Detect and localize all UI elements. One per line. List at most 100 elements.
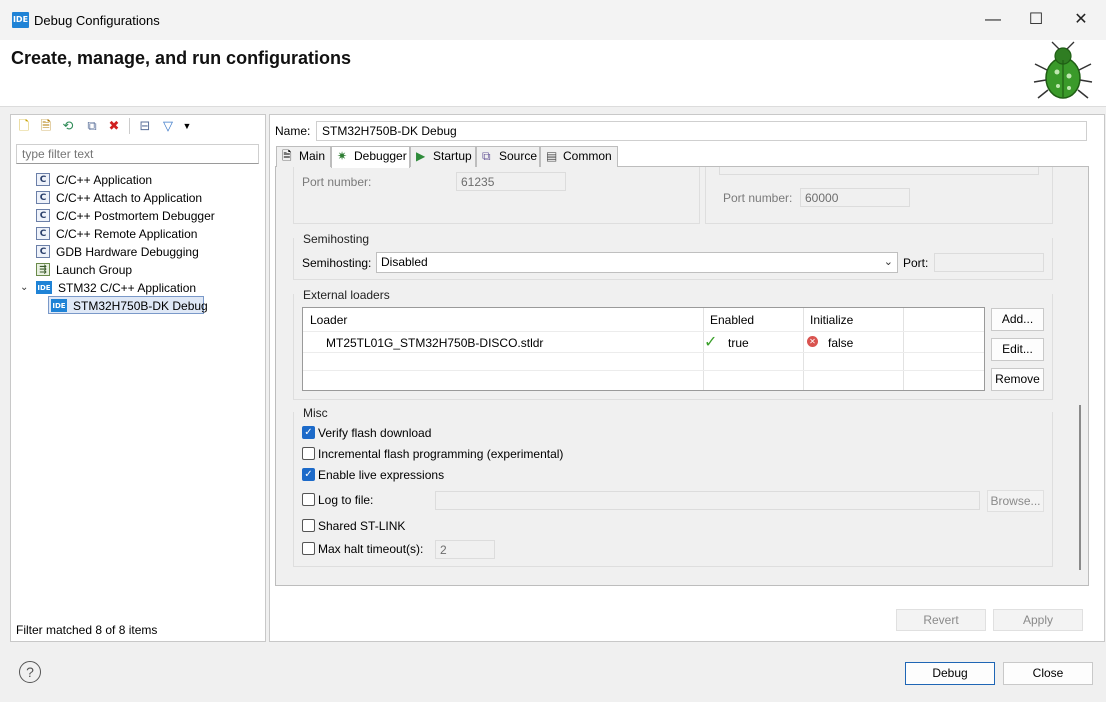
row-divider <box>303 370 984 371</box>
minimize-button[interactable]: — <box>970 6 1016 34</box>
new-prototype-icon[interactable]: 🗎 <box>38 118 54 134</box>
vertical-scrollbar[interactable] <box>1079 405 1081 570</box>
external-loaders-group-title: External loaders <box>303 288 390 302</box>
c-icon: C <box>36 245 50 259</box>
apply-button[interactable]: Apply <box>993 609 1083 631</box>
tab-startup[interactable]: ▶ Startup <box>410 146 476 167</box>
semihosting-select[interactable]: Disabled ⌄ <box>376 252 898 273</box>
app-icon: IDE <box>12 12 29 28</box>
export-icon[interactable]: ⟲ <box>60 118 76 134</box>
check-icon: ✓ <box>704 334 718 351</box>
tree-item-label: Launch Group <box>56 262 133 277</box>
semihosting-group-title: Semihosting <box>303 232 370 246</box>
bug-icon <box>1033 41 1093 99</box>
log-file-path-field <box>435 491 980 510</box>
tab-source[interactable]: ⧉ Source <box>476 146 540 167</box>
log-to-file-label: Log to file: <box>318 493 374 507</box>
expand-chevron-down-icon[interactable]: ⌄ <box>20 282 28 293</box>
tree-item-label: STM32H750B-DK Debug <box>73 298 208 313</box>
debug-button[interactable]: Debug <box>905 662 995 685</box>
play-icon: ▶ <box>416 149 426 163</box>
max-halt-timeout-checkbox[interactable] <box>302 542 315 555</box>
tab-label: Startup <box>433 149 472 163</box>
bug-icon: ✷ <box>337 149 348 163</box>
tree-item-stm32h750b-debug[interactable]: IDE STM32H750B-DK Debug <box>51 296 208 314</box>
tab-label: Debugger <box>354 149 407 163</box>
initialize-value: false <box>828 336 854 350</box>
tree-item-cpp-application[interactable]: C C/C++ Application <box>36 170 152 188</box>
row-divider <box>303 331 984 332</box>
tree-item-cpp-remote[interactable]: C C/C++ Remote Application <box>36 224 197 242</box>
add-loader-button[interactable]: Add... <box>991 308 1044 331</box>
c-icon: C <box>36 173 50 187</box>
semihosting-label: Semihosting: <box>302 256 372 270</box>
swv-field-edge <box>719 167 1039 175</box>
close-window-button[interactable]: ✕ <box>1058 6 1104 34</box>
column-header-initialize[interactable]: Initialize <box>810 313 853 327</box>
tab-main[interactable]: 🗎 Main <box>276 146 331 167</box>
port-number-field: 61235 <box>456 172 566 191</box>
tree-item-label: C/C++ Postmortem Debugger <box>56 208 215 223</box>
verify-flash-label: Verify flash download <box>318 426 432 440</box>
help-icon[interactable]: ? <box>19 661 41 683</box>
tree-item-label: C/C++ Remote Application <box>56 226 198 241</box>
shared-stlink-checkbox[interactable] <box>302 519 315 532</box>
max-halt-timeout-field: 2 <box>435 540 495 559</box>
window-title: Debug Configurations <box>34 13 160 28</box>
source-icon: ⧉ <box>482 149 491 163</box>
tab-common[interactable]: ▤ Common <box>540 146 618 167</box>
collapse-all-icon[interactable]: ⊟ <box>137 118 153 134</box>
c-icon: C <box>36 209 50 223</box>
c-icon: C <box>36 191 50 205</box>
close-button[interactable]: Close <box>1003 662 1093 685</box>
tree-item-stm32-application[interactable]: IDE STM32 C/C++ Application <box>36 278 196 296</box>
ide-icon: IDE <box>51 299 67 313</box>
semihosting-port-field <box>934 253 1044 272</box>
enabled-value: true <box>728 336 749 350</box>
port-number-label: Port number: <box>302 175 372 189</box>
swv-port-number-field: 60000 <box>800 188 910 207</box>
name-field[interactable] <box>316 121 1087 141</box>
tree-item-label: GDB Hardware Debugging <box>56 244 199 259</box>
incremental-flash-checkbox[interactable] <box>302 447 315 460</box>
filter-icon[interactable]: ▽ <box>160 118 176 134</box>
column-header-enabled[interactable]: Enabled <box>710 313 754 327</box>
live-expressions-checkbox[interactable]: ✓ <box>302 468 315 481</box>
chevron-down-icon: ⌄ <box>883 256 893 268</box>
tree-item-label: C/C++ Attach to Application <box>56 190 203 205</box>
tab-debugger[interactable]: ✷ Debugger <box>331 146 410 168</box>
tree-item-label: C/C++ Application <box>56 172 153 187</box>
tab-label: Main <box>299 149 326 163</box>
semihosting-port-label: Port: <box>903 256 929 270</box>
column-header-loader[interactable]: Loader <box>310 313 347 327</box>
tree-item-gdb-hardware[interactable]: C GDB Hardware Debugging <box>36 242 199 260</box>
shared-stlink-label: Shared ST-LINK <box>318 519 406 533</box>
launch-group-icon: ⇶ <box>36 263 50 277</box>
verify-flash-checkbox[interactable]: ✓ <box>302 426 315 439</box>
delete-icon[interactable]: ✖ <box>106 118 122 134</box>
new-configuration-icon[interactable]: 🗋 <box>16 118 32 134</box>
log-to-file-checkbox[interactable] <box>302 493 315 506</box>
name-label: Name: <box>275 124 311 138</box>
semihosting-value: Disabled <box>381 255 428 269</box>
incremental-flash-label: Incremental flash programming (experimen… <box>318 447 564 461</box>
page-title: Create, manage, and run configurations <box>11 48 352 68</box>
filter-menu-chevron-down-icon[interactable]: ▼ <box>179 118 195 134</box>
revert-button[interactable]: Revert <box>896 609 986 631</box>
window-titlebar <box>0 0 1106 40</box>
maximize-button[interactable]: ☐ <box>1013 6 1059 34</box>
max-halt-timeout-label: Max halt timeout(s): <box>318 542 424 556</box>
edit-loader-button[interactable]: Edit... <box>991 338 1044 361</box>
filter-input[interactable] <box>16 144 259 164</box>
tab-label: Common <box>563 149 612 163</box>
error-icon: ✕ <box>807 336 818 347</box>
duplicate-icon[interactable]: ⧉ <box>84 118 100 134</box>
tree-item-cpp-attach[interactable]: C C/C++ Attach to Application <box>36 188 202 206</box>
remove-loader-button[interactable]: Remove <box>991 368 1044 391</box>
filter-status: Filter matched 8 of 8 items <box>16 623 158 637</box>
swv-port-number-label: Port number: <box>723 191 793 205</box>
tab-label: Source <box>499 149 538 163</box>
table-icon: ▤ <box>546 149 558 163</box>
tree-item-cpp-postmortem[interactable]: C C/C++ Postmortem Debugger <box>36 206 215 224</box>
tree-item-launch-group[interactable]: ⇶ Launch Group <box>36 260 132 278</box>
